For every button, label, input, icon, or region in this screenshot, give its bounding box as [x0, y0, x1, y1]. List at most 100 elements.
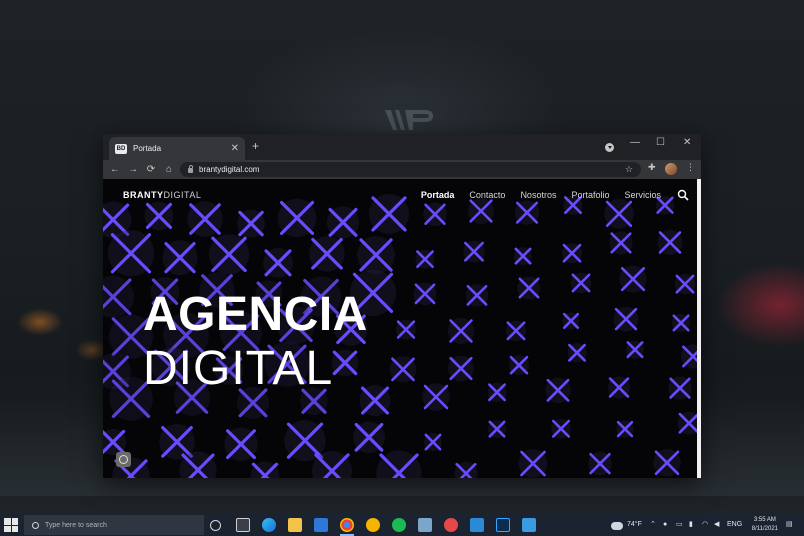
tray-volume-icon[interactable]: ◀ [714, 518, 719, 532]
back-button[interactable]: ← [106, 164, 124, 175]
pattern-x-mark [509, 355, 529, 376]
tab-strip: BD Portada ✕ + — ☐ ✕ [103, 134, 701, 160]
page-viewport: BRANTYDIGITAL Portada Contacto Nosotros … [103, 179, 701, 478]
address-bar[interactable]: brantydigital.com ☆ [180, 162, 641, 177]
file-explorer-icon[interactable] [288, 518, 302, 532]
pattern-x-mark [616, 420, 634, 438]
pattern-x-mark [609, 231, 633, 255]
browser-toolbar: ← → ⟳ ⌂ brantydigital.com ☆ ✚ ⋮ [103, 160, 701, 179]
hero-heading: AGENCIA DIGITAL [143, 289, 368, 397]
pattern-x-mark [588, 451, 612, 476]
input-language[interactable]: ENG [727, 518, 742, 532]
photoshop-icon[interactable] [496, 518, 510, 532]
task-view-icon[interactable] [236, 518, 250, 532]
pattern-x-mark [567, 343, 587, 363]
taskbar-search-placeholder: Type here to search [45, 521, 107, 529]
tab-search-icon[interactable] [605, 143, 614, 152]
pattern-x-mark [250, 461, 280, 478]
pattern-x-mark [653, 449, 681, 477]
pattern-x-mark [680, 344, 697, 369]
tray-app-icon[interactable]: ● [663, 518, 667, 532]
pattern-x-mark [103, 275, 135, 318]
notification-icon[interactable]: ▤ [786, 518, 793, 532]
pattern-x-mark [465, 283, 489, 307]
lock-icon [188, 165, 193, 173]
pattern-x-mark [448, 355, 474, 382]
home-button[interactable]: ⌂ [160, 164, 178, 175]
pattern-x-mark [422, 383, 450, 411]
tab-portada[interactable]: BD Portada ✕ [109, 137, 245, 160]
pattern-x-mark [353, 421, 385, 454]
pattern-x-mark [562, 312, 580, 330]
cortana-icon[interactable] [210, 520, 221, 531]
extensions-puzzle-icon[interactable]: ✚ [648, 162, 656, 173]
vscode-icon[interactable] [470, 518, 484, 532]
site-nav: Portada Contacto Nosotros Portafolio Ser… [421, 190, 661, 200]
reload-button[interactable]: ⟳ [142, 164, 160, 175]
app-blue-icon[interactable] [522, 518, 536, 532]
windows-start-icon[interactable] [4, 518, 18, 532]
tab-title: Portada [133, 144, 162, 153]
url-text[interactable]: brantydigital.com [199, 165, 625, 174]
pattern-x-mark [284, 420, 326, 462]
tray-chevron-icon[interactable]: ⌃ [650, 518, 656, 532]
pattern-x-mark [162, 240, 198, 276]
weather-cloud-icon[interactable] [611, 522, 623, 530]
tray-battery-icon[interactable]: ▮ [689, 518, 693, 532]
accessibility-button[interactable] [116, 452, 131, 467]
bookmark-star-icon[interactable]: ☆ [625, 164, 633, 175]
taskbar-clock[interactable]: 3:55 AM 8/11/2021 [752, 516, 778, 534]
nav-portafolio[interactable]: Portafolio [571, 190, 609, 200]
weather-temperature[interactable]: 74°F [627, 518, 642, 532]
maximize-button[interactable]: ☐ [656, 138, 665, 148]
pattern-x-mark [224, 427, 258, 461]
pattern-x-mark [607, 376, 631, 399]
close-window-button[interactable]: ✕ [683, 138, 691, 148]
pattern-x-mark [677, 411, 697, 435]
pattern-x-mark [424, 433, 442, 452]
pattern-x-mark [561, 243, 583, 264]
pattern-x-mark [545, 377, 571, 403]
hero-title-line1: AGENCIA [143, 288, 368, 341]
pattern-x-mark [179, 451, 217, 478]
browser-menu-icon[interactable]: ⋮ [686, 162, 695, 173]
minimize-button[interactable]: — [630, 138, 640, 148]
forward-button[interactable]: → [124, 164, 142, 175]
chrome-canary-icon[interactable] [366, 518, 380, 532]
tray-wifi-icon[interactable]: ◠ [702, 518, 708, 532]
profile-avatar[interactable] [665, 163, 677, 175]
page-scrollbar[interactable] [697, 179, 701, 478]
pattern-x-mark [514, 247, 532, 266]
app-icon[interactable] [418, 518, 432, 532]
spotify-icon[interactable] [392, 518, 406, 532]
site-search-icon[interactable] [677, 189, 689, 201]
nav-portada[interactable]: Portada [421, 190, 455, 200]
pattern-x-mark [671, 313, 691, 333]
pattern-x-mark [505, 320, 527, 342]
pattern-x-mark [613, 306, 639, 332]
taskbar-search-input[interactable]: Type here to search [24, 515, 204, 535]
pattern-x-mark [668, 376, 692, 400]
app-red-icon[interactable] [444, 518, 458, 532]
site-favicon-icon: BD [115, 143, 127, 154]
edge-icon[interactable] [262, 518, 276, 532]
pattern-x-mark [488, 420, 506, 439]
pattern-x-mark [517, 276, 541, 300]
tab-close-icon[interactable]: ✕ [231, 143, 239, 154]
nav-servicios[interactable]: Servicios [624, 190, 661, 200]
pattern-x-mark [396, 319, 416, 340]
pattern-x-mark [208, 234, 250, 275]
store-icon[interactable] [314, 518, 328, 532]
tray-network-icon[interactable]: ▭ [676, 518, 683, 532]
hero-title-line2: DIGITAL [143, 342, 334, 395]
pattern-x-mark [551, 419, 571, 439]
pattern-x-mark [570, 272, 592, 294]
clock-date: 8/11/2021 [751, 526, 778, 532]
pattern-x-mark [389, 356, 417, 383]
chrome-icon[interactable] [340, 518, 354, 536]
pattern-x-mark [619, 265, 647, 293]
nav-nosotros[interactable]: Nosotros [520, 190, 556, 200]
nav-contacto[interactable]: Contacto [469, 190, 505, 200]
site-logo[interactable]: BRANTYDIGITAL [123, 190, 201, 200]
new-tab-button[interactable]: + [252, 140, 259, 152]
